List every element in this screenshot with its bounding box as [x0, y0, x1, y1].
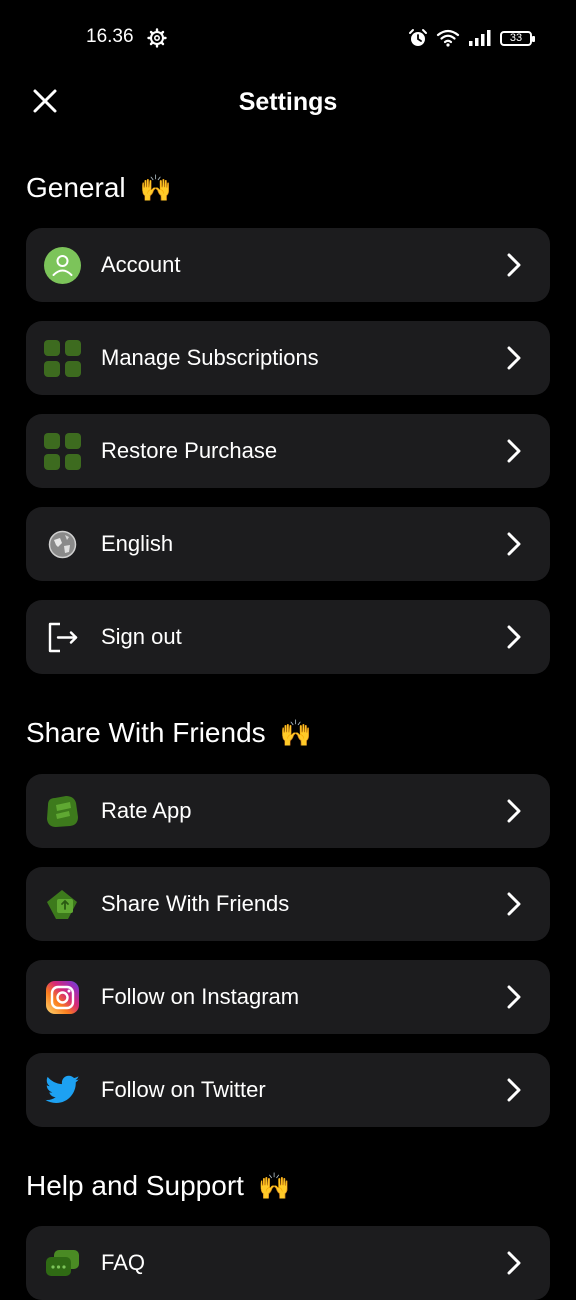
wifi-icon [436, 29, 460, 47]
chevron-right-icon [507, 532, 521, 556]
raising-hands-icon: 🙌 [257, 1170, 291, 1201]
row-label: English [101, 531, 174, 556]
section-title-text: Share With Friends [26, 717, 266, 748]
row-label: Restore Purchase [101, 438, 278, 463]
row-label: Manage Subscriptions [101, 345, 319, 370]
manage-subscriptions-row[interactable]: Manage Subscriptions [26, 321, 550, 395]
gear-icon [147, 28, 167, 48]
share-row[interactable]: Share With Friends [26, 867, 550, 941]
alarm-icon [409, 29, 427, 46]
signal-icon [469, 30, 491, 46]
header: Settings [0, 78, 576, 128]
restore-purchase-row[interactable]: Restore Purchase [26, 414, 550, 488]
account-row[interactable]: Account [26, 228, 550, 302]
row-label: Follow on Twitter [101, 1077, 266, 1102]
user-icon [44, 247, 81, 284]
raising-hands-icon: 🙌 [139, 172, 172, 203]
twitter-row[interactable]: Follow on Twitter [26, 1053, 550, 1127]
raising-hands-icon: 🙌 [279, 717, 313, 748]
chevron-right-icon [507, 1251, 521, 1275]
row-label: Share With Friends [101, 891, 290, 916]
grid-icon [44, 433, 81, 470]
row-label: FAQ [101, 1250, 146, 1275]
faq-row[interactable]: FAQ [26, 1226, 550, 1300]
share-icon [44, 886, 81, 923]
instagram-row[interactable]: Follow on Instagram [26, 960, 550, 1034]
section-title-text: Help and Support [26, 1170, 244, 1201]
section-title-general: General 🙌 [26, 172, 172, 204]
rate-app-row[interactable]: Rate App [26, 774, 550, 848]
battery-indicator: 33 [500, 30, 535, 46]
sign-out-icon [44, 619, 81, 656]
chevron-right-icon [507, 346, 521, 370]
chevron-right-icon [507, 799, 521, 823]
chevron-right-icon [507, 1078, 521, 1102]
section-title-share: Share With Friends 🙌 [26, 717, 312, 749]
row-label: Rate App [101, 798, 192, 823]
row-label: Sign out [101, 624, 182, 649]
chevron-right-icon [507, 439, 521, 463]
chevron-right-icon [507, 892, 521, 916]
section-title-help: Help and Support 🙌 [26, 1170, 290, 1202]
row-label: Follow on Instagram [101, 984, 300, 1009]
chevron-right-icon [507, 985, 521, 1009]
status-time: 16.36 [86, 26, 134, 47]
sign-out-row[interactable]: Sign out [26, 600, 550, 674]
grid-icon [44, 340, 81, 377]
status-bar: 16.36 33 [0, 0, 576, 78]
chevron-right-icon [507, 253, 521, 277]
row-label: Account [101, 252, 181, 277]
status-icons: 33 [408, 26, 535, 50]
instagram-icon [44, 979, 81, 1016]
section-title-text: General [26, 172, 126, 203]
battery-level: 33 [509, 32, 523, 44]
chat-icon [44, 1245, 81, 1282]
twitter-icon [44, 1072, 81, 1109]
page-title: Settings [238, 88, 338, 116]
rate-icon [44, 793, 81, 830]
language-row[interactable]: English [26, 507, 550, 581]
chevron-right-icon [507, 625, 521, 649]
globe-icon [44, 526, 81, 563]
